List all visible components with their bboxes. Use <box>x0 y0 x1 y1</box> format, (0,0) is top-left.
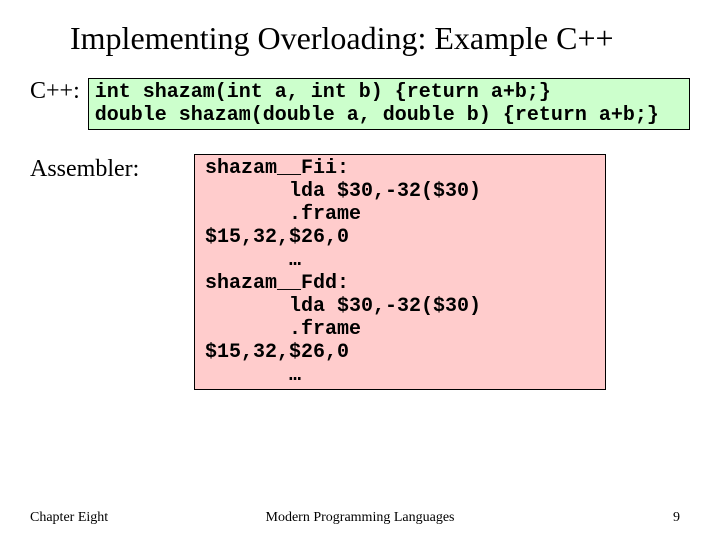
footer-chapter: Chapter Eight <box>30 510 108 526</box>
footer-page-number: 9 <box>673 510 680 526</box>
assembler-code: shazam__Fii: lda $30,-32($30) .frame $15… <box>205 157 595 387</box>
footer-center: Modern Programming Languages <box>266 510 455 526</box>
slide-title: Implementing Overloading: Example C++ <box>70 18 690 58</box>
footer: Chapter Eight Modern Programming Languag… <box>0 510 720 526</box>
assembler-code-box: shazam__Fii: lda $30,-32($30) .frame $15… <box>194 154 606 390</box>
cpp-row: C++: int shazam(int a, int b) {return a+… <box>30 78 690 130</box>
cpp-code: int shazam(int a, int b) {return a+b;} d… <box>95 81 683 127</box>
cpp-label: C++: <box>30 78 88 106</box>
assembler-row: Assembler: shazam__Fii: lda $30,-32($30)… <box>30 154 690 390</box>
cpp-code-box: int shazam(int a, int b) {return a+b;} d… <box>88 78 690 130</box>
slide: Implementing Overloading: Example C++ C+… <box>0 0 720 540</box>
assembler-label: Assembler: <box>30 154 170 182</box>
